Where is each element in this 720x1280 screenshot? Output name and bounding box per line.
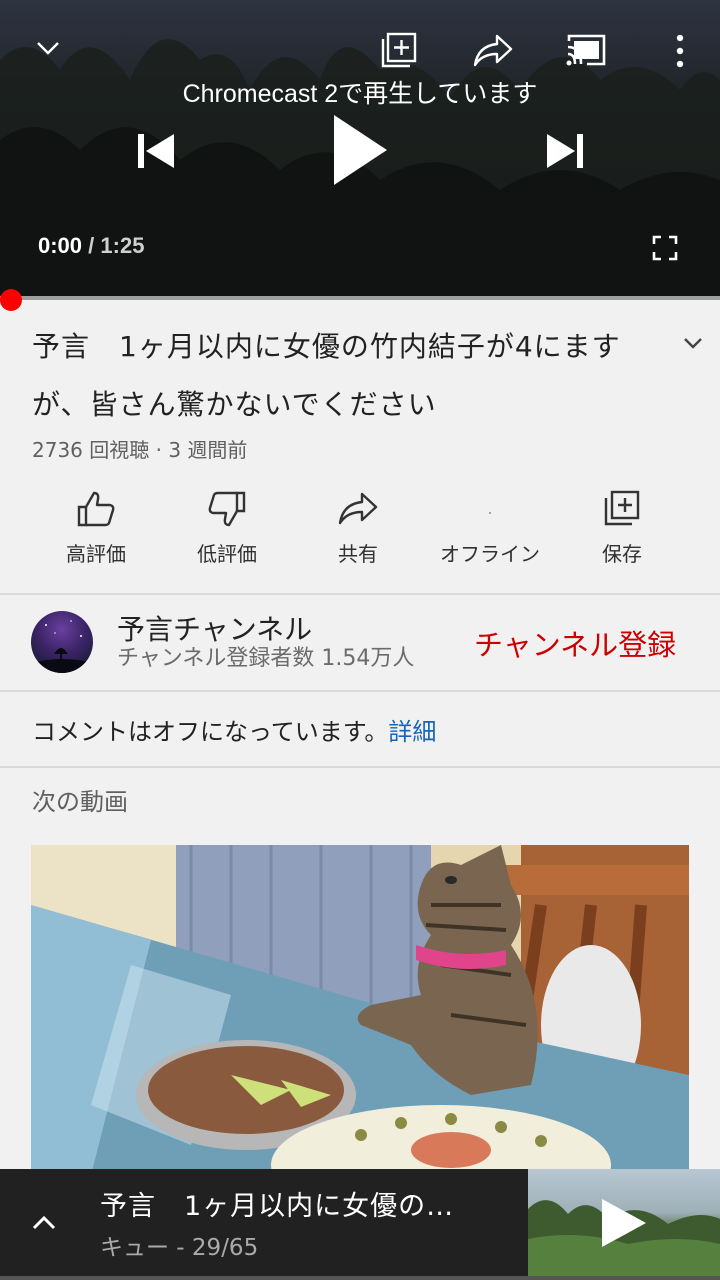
add-to-playlist-icon (604, 490, 640, 526)
video-title[interactable]: 予言 1ヶ月以内に女優の竹内結子が4にますが、皆さん驚かないでください (32, 318, 652, 434)
divider (0, 690, 720, 692)
offline-label: オフライン (440, 542, 540, 566)
save-button[interactable]: 保存 (557, 484, 687, 584)
chevron-up-icon[interactable] (30, 1212, 58, 1232)
add-to-playlist-icon[interactable] (380, 31, 418, 69)
cast-icon[interactable] (565, 33, 607, 67)
subscriber-count: チャンネル登録者数 1.54万人 (117, 646, 415, 671)
offline-button[interactable]: オフライン (425, 484, 555, 584)
previous-icon[interactable] (136, 131, 176, 171)
video-player[interactable]: Chromecast 2で再生しています 0:00 / 1:25 (0, 0, 720, 298)
mini-player-progress (0, 1276, 720, 1280)
subscribe-button[interactable]: チャンネル登録 (474, 622, 676, 664)
share-label: 共有 (338, 542, 378, 566)
current-time: 0:00 (38, 233, 83, 258)
share-button[interactable]: 共有 (293, 484, 423, 584)
progress-bar[interactable] (0, 296, 720, 300)
chevron-down-icon[interactable] (34, 34, 62, 62)
dislike-button[interactable]: 低評価 (162, 484, 292, 584)
share-icon[interactable] (472, 32, 514, 68)
play-icon[interactable] (331, 112, 389, 188)
thumbs-up-icon (77, 491, 115, 527)
mini-player-queue: キュー - 29/65 (100, 1235, 259, 1261)
time-display: 0:00 / 1:25 (38, 233, 144, 259)
more-vert-icon[interactable] (670, 34, 690, 68)
comments-details-link[interactable]: 詳細 (388, 718, 436, 746)
mini-player-thumbnail[interactable] (528, 1169, 720, 1277)
avatar-image (31, 620, 93, 673)
save-label: 保存 (602, 542, 642, 566)
cast-status-text: Chromecast 2で再生しています (182, 80, 538, 108)
share-icon (338, 492, 378, 525)
fullscreen-icon[interactable] (652, 235, 678, 261)
next-video-thumbnail[interactable] (31, 845, 689, 1175)
mini-thumbnail-image (528, 1199, 720, 1277)
expand-description-icon[interactable] (678, 328, 708, 358)
up-next-label: 次の動画 (32, 788, 128, 816)
dislike-label: 低評価 (197, 542, 257, 566)
thumbnail-image (31, 845, 689, 1175)
like-label: 高評価 (66, 542, 126, 566)
time-separator: / (82, 233, 101, 258)
duration: 1:25 (100, 233, 145, 258)
divider (0, 766, 720, 768)
progress-scrubber[interactable] (0, 289, 22, 311)
divider (0, 593, 720, 595)
channel-avatar[interactable] (31, 611, 93, 673)
like-button[interactable]: 高評価 (31, 484, 161, 584)
comments-off-text: コメントはオフになっています。 (32, 718, 389, 746)
video-meta: 2736 回視聴 · 3 週間前 (32, 438, 248, 462)
action-bar: 高評価 低評価 共有 オフライン 保存 (0, 484, 720, 584)
watch-page: Chromecast 2で再生しています 0:00 / 1:25 予言 1ヶ月以… (0, 0, 720, 1280)
comments-off-notice: コメントはオフになっています。詳細 (32, 712, 436, 747)
thumbs-down-icon (208, 491, 246, 527)
mini-player-title[interactable]: 予言 1ヶ月以内に女優の… (100, 1184, 454, 1223)
download-icon (489, 512, 491, 514)
next-icon[interactable] (545, 131, 585, 171)
